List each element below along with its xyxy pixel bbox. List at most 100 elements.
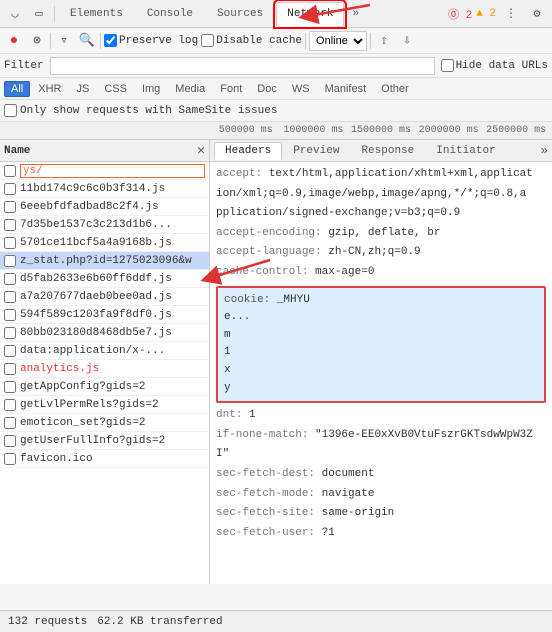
close-panel-button[interactable]: ✕ <box>197 143 205 158</box>
search-button[interactable]: 🔍 <box>77 31 97 51</box>
header-val: document <box>322 468 375 480</box>
tab-headers[interactable]: Headers <box>214 142 282 160</box>
clear-button[interactable]: ⊗ <box>27 31 47 51</box>
item-name: getUserFullInfo?gids=2 <box>20 435 205 447</box>
type-img[interactable]: Img <box>135 81 167 97</box>
tab-console[interactable]: Console <box>136 2 204 26</box>
list-item[interactable]: ys/ <box>0 162 209 180</box>
list-item[interactable]: 594f589c1203fa9f8df0.js <box>0 306 209 324</box>
list-item[interactable]: getUserFullInfo?gids=2 <box>0 432 209 450</box>
tab-initiator[interactable]: Initiator <box>425 142 506 160</box>
type-font[interactable]: Font <box>213 81 249 97</box>
disable-cache-checkbox[interactable]: Disable cache <box>201 34 302 47</box>
item-name: analytics.js <box>20 363 205 375</box>
more-icon[interactable]: ⋮ <box>500 3 522 25</box>
item-name: 594f589c1203fa9f8df0.js <box>20 309 205 321</box>
type-media[interactable]: Media <box>168 81 212 97</box>
header-val: gzip, deflate, br <box>328 227 440 239</box>
cookie-line-3: m <box>224 327 538 345</box>
export-icon[interactable]: ⇩ <box>397 31 417 51</box>
right-panel: Headers Preview Response Initiator » acc… <box>210 140 552 584</box>
settings-icon[interactable]: ⚙ <box>526 3 548 25</box>
device-icon[interactable]: ▭ <box>28 3 50 25</box>
filter-button[interactable]: ▿ <box>54 31 74 51</box>
list-item[interactable]: d5fab2633e6b60ff6ddf.js <box>0 270 209 288</box>
header-key: accept: <box>216 168 262 180</box>
type-all[interactable]: All <box>4 81 30 97</box>
list-item[interactable]: z_stat.php?id=1275023096&w <box>0 252 209 270</box>
header-key: if-none-match: <box>216 429 308 441</box>
cookie-key: cookie: <box>224 294 270 306</box>
header-val: ?1 <box>322 527 335 539</box>
type-css[interactable]: CSS <box>97 81 134 97</box>
waterfall-header: 500000 ms 1000000 ms 1500000 ms 2000000 … <box>0 122 552 140</box>
list-item[interactable]: 6eeebfdfadbad8c2f4.js <box>0 198 209 216</box>
header-key: sec-fetch-user: <box>216 527 315 539</box>
header-key: accept-language: <box>216 246 322 258</box>
item-name: z_stat.php?id=1275023096&w <box>20 255 205 267</box>
header-cache-control: cache-control: max-age=0 <box>216 264 546 282</box>
list-item[interactable]: 11bd174c9c6c0b3f314.js <box>0 180 209 198</box>
header-sec-fetch-dest: sec-fetch-dest: document <box>216 466 546 484</box>
import-icon[interactable]: ⇧ <box>374 31 394 51</box>
type-doc[interactable]: Doc <box>250 81 284 97</box>
waterfall-tick-2: 1000000 ms <box>280 125 348 136</box>
inspect-icon[interactable]: ◡ <box>4 3 26 25</box>
item-name: favicon.ico <box>20 453 205 465</box>
status-bar: 132 requests 62.2 KB transferred <box>0 610 552 632</box>
request-count: 132 requests <box>8 616 87 628</box>
tab-more-button[interactable]: » <box>541 144 548 158</box>
cookie-line-5: x <box>224 362 538 380</box>
list-item[interactable]: getLvlPermRels?gids=2 <box>0 396 209 414</box>
list-item[interactable]: emoticon_set?gids=2 <box>0 414 209 432</box>
header-val: 1 <box>249 409 256 421</box>
list-item[interactable]: analytics.js <box>0 360 209 378</box>
throttle-select[interactable]: Online <box>309 31 367 51</box>
type-xhr[interactable]: XHR <box>31 81 68 97</box>
record-button[interactable]: ● <box>4 31 24 51</box>
type-js[interactable]: JS <box>69 81 96 97</box>
samesite-checkbox[interactable]: Only show requests with SameSite issues <box>4 104 277 117</box>
header-key: accept-encoding: <box>216 227 322 239</box>
devtools-top-bar: ◡ ▭ Elements Console Sources Network » ⓪… <box>0 0 552 28</box>
item-name: ys/ <box>20 164 205 178</box>
header-accept-encoding: accept-encoding: gzip, deflate, br <box>216 225 546 243</box>
list-item[interactable]: 80bb023180d8468db5e7.js <box>0 324 209 342</box>
list-item[interactable]: getAppConfig?gids=2 <box>0 378 209 396</box>
waterfall-tick-5: 2500000 ms <box>482 125 550 136</box>
header-key: sec-fetch-mode: <box>216 488 315 500</box>
hide-data-urls-checkbox[interactable]: Hide data URLs <box>441 59 548 72</box>
list-item[interactable]: data:application/x-... <box>0 342 209 360</box>
header-dnt: dnt: 1 <box>216 407 546 425</box>
header-accept: accept: text/html,application/xhtml+xml,… <box>216 166 546 184</box>
type-manifest[interactable]: Manifest <box>318 81 374 97</box>
tab-more[interactable]: » <box>346 4 365 24</box>
cookie-line-6: y <box>224 380 538 398</box>
tab-network[interactable]: Network <box>276 2 344 26</box>
network-list[interactable]: ys/ 11bd174c9c6c0b3f314.js 6eeebfdfadbad… <box>0 162 209 584</box>
filter-input[interactable] <box>50 57 435 75</box>
left-panel: Name ✕ ys/ 11bd174c9c6c0b3f314.js 6eeebf… <box>0 140 210 584</box>
item-name: 7d35be1537c3c213d1b6... <box>20 219 205 231</box>
tab-response[interactable]: Response <box>350 142 425 160</box>
left-panel-header: Name ✕ <box>0 140 209 162</box>
separator <box>54 6 55 22</box>
list-item[interactable]: 7d35be1537c3c213d1b6... <box>0 216 209 234</box>
header-accept-cont1: ion/xml;q=0.9,image/webp,image/apng,*/*;… <box>216 186 546 204</box>
type-ws[interactable]: WS <box>285 81 317 97</box>
samesite-bar: Only show requests with SameSite issues <box>0 100 552 122</box>
right-panel-content: accept: text/html,application/xhtml+xml,… <box>210 162 552 584</box>
header-val: "1396e-EE0xXvB0VtuFszrGKTsdwWpW3Z <box>315 429 533 441</box>
list-item[interactable]: favicon.ico <box>0 450 209 468</box>
header-sec-fetch-user: sec-fetch-user: ?1 <box>216 525 546 543</box>
preserve-log-checkbox[interactable]: Preserve log <box>104 34 198 47</box>
list-item[interactable]: 5701ce11bcf5a4a9168b.js <box>0 234 209 252</box>
header-accept-cont2: pplication/signed-exchange;v=b3;q=0.9 <box>216 205 546 223</box>
item-name: 11bd174c9c6c0b3f314.js <box>20 183 205 195</box>
tab-elements[interactable]: Elements <box>59 2 134 26</box>
header-val: text/html,application/xhtml+xml,applicat <box>269 168 533 180</box>
type-other[interactable]: Other <box>374 81 416 97</box>
list-item[interactable]: a7a207677daeb0bee0ad.js <box>0 288 209 306</box>
tab-sources[interactable]: Sources <box>206 2 274 26</box>
tab-preview[interactable]: Preview <box>282 142 350 160</box>
